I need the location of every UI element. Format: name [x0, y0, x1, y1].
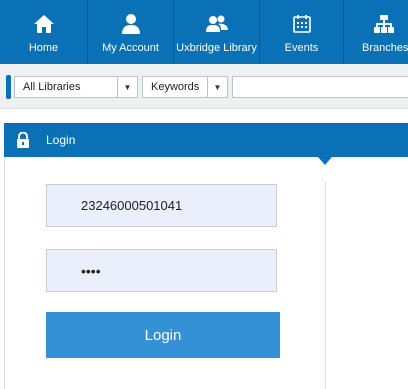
nav-my-account[interactable]: My Account [88, 0, 174, 64]
lock-icon [16, 131, 30, 148]
nav-home-label: Home [28, 42, 59, 54]
username-field[interactable]: 23246000501041 [46, 184, 277, 227]
main-nav: Home My Account Uxbridge Library Events … [0, 0, 408, 64]
search-input[interactable] [232, 76, 408, 98]
password-field[interactable]: •••• [46, 249, 277, 292]
nav-branches-label: Branches [362, 42, 408, 54]
nav-events-label: Events [284, 42, 319, 54]
search-accent [6, 75, 11, 99]
chevron-down-icon: ▼ [117, 77, 137, 97]
users-icon [205, 12, 229, 36]
nav-home[interactable]: Home [0, 0, 88, 64]
calendar-icon [290, 12, 314, 36]
library-select-value: All Libraries [23, 81, 81, 93]
login-panel-header: Login [4, 123, 408, 157]
chevron-down-icon: ▼ [207, 77, 227, 97]
nav-branches[interactable]: Branches [344, 0, 408, 64]
user-icon [119, 12, 143, 36]
search-field-select[interactable]: Keywords ▼ [142, 76, 228, 98]
home-icon [32, 12, 56, 36]
search-field-select-value: Keywords [151, 81, 200, 93]
login-button[interactable]: Login [46, 312, 280, 358]
panel-divider [325, 182, 326, 389]
sitemap-icon [372, 12, 396, 36]
library-select[interactable]: All Libraries ▼ [14, 76, 138, 98]
nav-uxbridge-library-label: Uxbridge Library [176, 42, 257, 54]
nav-uxbridge-library[interactable]: Uxbridge Library [174, 0, 260, 64]
search-bar: All Libraries ▼ Keywords ▼ [0, 64, 408, 109]
login-panel-title: Login [46, 133, 76, 147]
nav-events[interactable]: Events [260, 0, 344, 64]
nav-my-account-label: My Account [102, 42, 159, 54]
